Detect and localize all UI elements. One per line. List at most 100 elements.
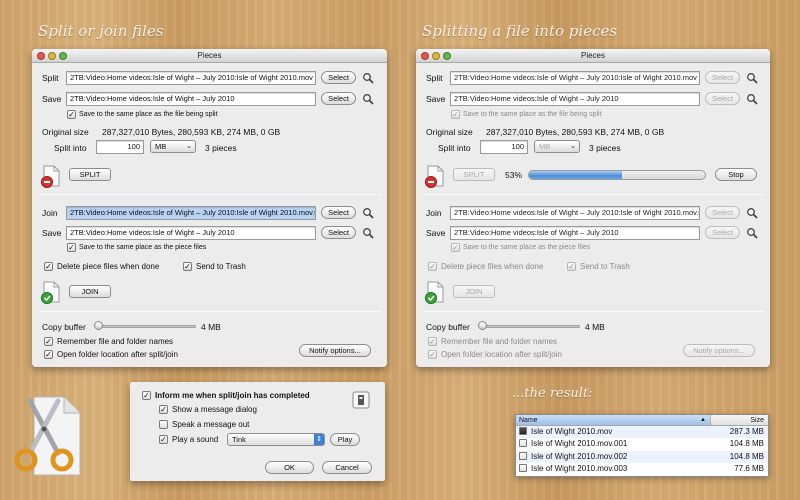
- magnifier-icon[interactable]: [362, 207, 374, 219]
- notify-options-button[interactable]: Notify options...: [683, 344, 755, 357]
- notify-options-sheet: ✓ Inform me when split/join has complete…: [130, 382, 385, 481]
- send-trash-checkbox[interactable]: ✓: [183, 262, 192, 271]
- magnifier-icon[interactable]: [362, 93, 374, 105]
- join-save-field[interactable]: 2TB:Video:Home videos:Isle of Wight – Ju…: [66, 226, 316, 240]
- magnifier-icon[interactable]: [746, 72, 758, 84]
- sound-value: Tink: [232, 435, 246, 444]
- list-item[interactable]: Isle of Wight 2010.mov.001 104.8 MB: [516, 438, 768, 450]
- join-select-button[interactable]: Select: [321, 206, 356, 219]
- finder-file-list: Name ▲ Size Isle of Wight 2010.mov 287.3 …: [515, 414, 769, 477]
- title-bar: Pieces: [32, 49, 387, 63]
- show-dialog-label: Show a message dialog: [172, 405, 257, 414]
- split-button[interactable]: SPLIT: [69, 168, 111, 181]
- magnifier-icon[interactable]: [362, 72, 374, 84]
- open-folder-label: Open folder location after split/join: [57, 350, 178, 359]
- minimize-button[interactable]: [432, 52, 440, 60]
- size-column-header[interactable]: Size: [710, 415, 768, 425]
- magnifier-icon[interactable]: [362, 227, 374, 239]
- split-into-field[interactable]: 100: [480, 140, 528, 154]
- remember-checkbox[interactable]: ✓: [428, 337, 437, 346]
- join-save-field[interactable]: 2TB:Video:Home videos:Isle of Wight – Ju…: [450, 226, 700, 240]
- stepper-arrows-icon: ⇕: [314, 434, 324, 445]
- unit-popup[interactable]: MB ⌄: [150, 140, 196, 153]
- copy-buffer-slider[interactable]: [96, 325, 196, 328]
- join-same-place-checkbox[interactable]: ✓: [451, 243, 460, 252]
- join-button[interactable]: JOIN: [453, 285, 495, 298]
- join-same-place-label: Save to the same place as the piece file…: [463, 244, 591, 251]
- magnifier-icon[interactable]: [746, 93, 758, 105]
- open-folder-checkbox[interactable]: ✓: [428, 350, 437, 359]
- split-button[interactable]: SPLIT: [453, 168, 495, 181]
- copy-buffer-value: 4 MB: [201, 322, 221, 332]
- delete-pieces-checkbox[interactable]: ✓: [428, 262, 437, 271]
- zoom-button[interactable]: [59, 52, 67, 60]
- join-save-select-button[interactable]: Select: [705, 226, 740, 239]
- unit-value: MB: [155, 142, 167, 151]
- join-button[interactable]: JOIN: [69, 285, 111, 298]
- slider-knob[interactable]: [478, 321, 487, 330]
- join-same-place-checkbox[interactable]: ✓: [67, 243, 76, 252]
- save-same-place-checkbox[interactable]: ✓: [67, 110, 76, 119]
- play-sound-checkbox[interactable]: ✓: [159, 435, 168, 444]
- unit-popup[interactable]: MB ⌄: [534, 140, 580, 153]
- pieces-count: 3 pieces: [205, 143, 237, 153]
- save-folder-field[interactable]: 2TB:Video:Home videos:Isle of Wight – Ju…: [66, 92, 316, 106]
- split-select-button[interactable]: Select: [705, 71, 740, 84]
- save-select-button[interactable]: Select: [321, 92, 356, 105]
- save-select-button[interactable]: Select: [705, 92, 740, 105]
- remember-checkbox[interactable]: ✓: [44, 337, 53, 346]
- copy-buffer-label: Copy buffer: [42, 322, 86, 332]
- copy-buffer-label: Copy buffer: [426, 322, 470, 332]
- save-same-place-checkbox[interactable]: ✓: [451, 110, 460, 119]
- title-bar: Pieces: [416, 49, 770, 63]
- split-file-field[interactable]: 2TB:Video:Home videos:Isle of Wight – Ju…: [66, 71, 316, 85]
- magnifier-icon[interactable]: [746, 227, 758, 239]
- list-item[interactable]: Isle of Wight 2010.mov.003 77.6 MB: [516, 463, 768, 475]
- notify-options-button[interactable]: Notify options...: [299, 344, 371, 357]
- divider: [422, 311, 764, 312]
- movie-file-icon: [519, 427, 527, 435]
- close-button[interactable]: [421, 52, 429, 60]
- split-label: Split: [426, 73, 443, 83]
- join-file-field[interactable]: 2TB:Video:Home videos:Isle of Wight – Ju…: [450, 206, 700, 220]
- play-button[interactable]: Play: [330, 433, 360, 446]
- file-size: 104.8 MB: [729, 439, 764, 449]
- show-dialog-checkbox[interactable]: ✓: [159, 405, 168, 414]
- join-file-field[interactable]: 2TB:Video:Home videos:Isle of Wight – Ju…: [66, 206, 316, 220]
- delete-pieces-checkbox[interactable]: ✓: [44, 262, 53, 271]
- inform-checkbox[interactable]: ✓: [142, 391, 151, 400]
- zoom-button[interactable]: [443, 52, 451, 60]
- send-trash-checkbox[interactable]: ✓: [567, 262, 576, 271]
- join-label: Join: [42, 208, 58, 218]
- save-folder-field[interactable]: 2TB:Video:Home videos:Isle of Wight – Ju…: [450, 92, 700, 106]
- magnifier-icon[interactable]: [746, 207, 758, 219]
- copy-buffer-slider[interactable]: [480, 325, 580, 328]
- split-file-field[interactable]: 2TB:Video:Home videos:Isle of Wight – Ju…: [450, 71, 700, 85]
- join-same-place-label: Save to the same place as the piece file…: [79, 244, 207, 251]
- slider-knob[interactable]: [94, 321, 103, 330]
- remember-label: Remember file and folder names: [57, 337, 174, 346]
- split-into-label: Split into: [438, 143, 471, 153]
- name-column-header[interactable]: Name ▲: [516, 415, 710, 425]
- join-select-button[interactable]: Select: [705, 206, 740, 219]
- list-item[interactable]: Isle of Wight 2010.mov.002 104.8 MB: [516, 450, 768, 463]
- sound-popup[interactable]: Tink ⇕: [227, 433, 325, 446]
- file-name: Isle of Wight 2010.mov.002: [531, 451, 628, 461]
- minimize-button[interactable]: [48, 52, 56, 60]
- speak-checkbox[interactable]: [159, 420, 168, 429]
- original-size-value: 287,327,010 Bytes, 280,593 KB, 274 MB, 0…: [102, 127, 281, 137]
- piece-file-icon: [519, 439, 527, 448]
- ok-button[interactable]: OK: [265, 461, 314, 474]
- stop-button[interactable]: Stop: [715, 168, 757, 181]
- open-folder-checkbox[interactable]: ✓: [44, 350, 53, 359]
- cancel-button[interactable]: Cancel: [322, 461, 372, 474]
- list-item[interactable]: Isle of Wight 2010.mov 287.3 MB: [516, 426, 768, 439]
- split-into-field[interactable]: 100: [96, 140, 144, 154]
- close-button[interactable]: [37, 52, 45, 60]
- split-into-label: Split into: [54, 143, 87, 153]
- send-trash-label: Send to Trash: [196, 262, 246, 271]
- join-save-select-button[interactable]: Select: [321, 226, 356, 239]
- file-name: Isle of Wight 2010.mov.003: [531, 463, 628, 473]
- name-header-label: Name: [519, 417, 538, 424]
- split-select-button[interactable]: Select: [321, 71, 356, 84]
